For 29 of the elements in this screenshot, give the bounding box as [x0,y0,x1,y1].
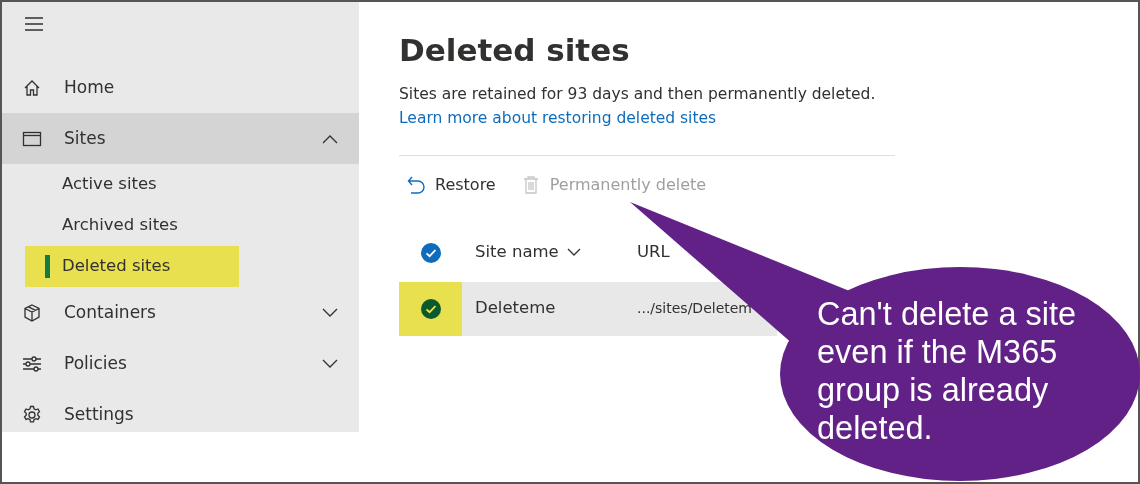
nav-item[interactable]: Sites [2,113,359,164]
chevron-icon [321,306,339,319]
nav-item[interactable]: Home [2,62,359,113]
chevron-icon [321,357,339,370]
table-cell-text: .../sites/Deletem [637,299,752,319]
table-row[interactable]: Deleteme .../sites/Deletem [399,281,777,336]
row-checkbox[interactable] [419,297,442,320]
nav-subitem[interactable]: Deleted sites [25,246,239,287]
description-text: Sites are retained for 93 days and then permanently deleted. [399,84,877,106]
nav-item[interactable]: Policies [2,338,359,389]
column-header[interactable]: URL [637,240,670,266]
page-title: Deleted sites [399,32,631,70]
menu-icon[interactable] [24,16,44,32]
nav-subitem[interactable]: Archived sites [2,205,359,246]
table-cell-text: Deleteme [474,297,557,320]
nav-item[interactable]: Settings [2,389,359,440]
column-header[interactable]: Site name [462,240,637,266]
select-all-checkbox[interactable] [419,241,442,264]
nav-subitem[interactable]: Active sites [2,164,359,205]
sliders-icon [22,353,42,374]
callout-text: Can't delete a site even if the M365 group is already deleted. [817,295,1078,448]
settings-icon [22,404,42,425]
cube-icon [22,302,42,323]
help-link[interactable]: Learn more about restoring deleted sites [399,109,717,128]
trash-icon [521,174,540,195]
restore-button[interactable]: Restore [399,172,496,197]
undo-icon [407,174,425,195]
nav-item[interactable]: Containers [2,287,359,338]
sort-chevron-icon [566,248,581,258]
